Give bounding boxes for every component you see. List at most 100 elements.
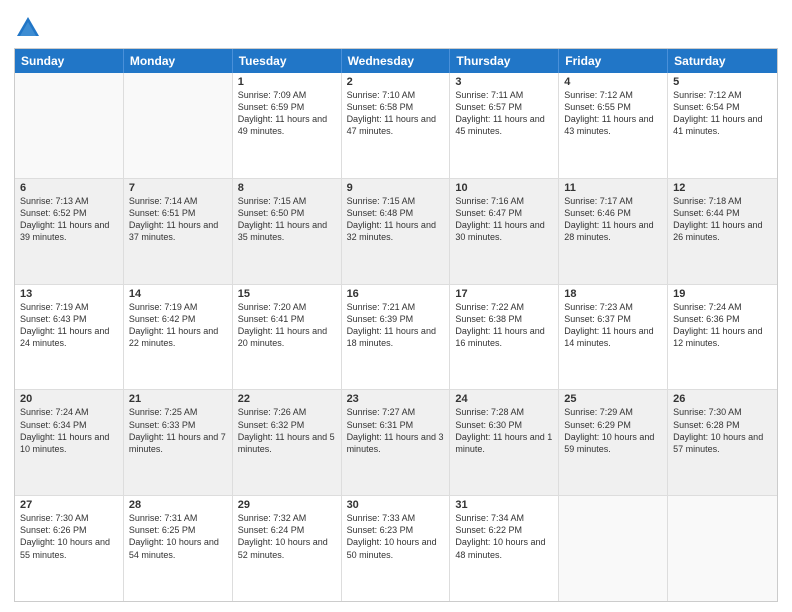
- calendar-cell: [124, 73, 233, 178]
- cell-info: Sunrise: 7:15 AM Sunset: 6:48 PM Dayligh…: [347, 195, 445, 244]
- day-number: 15: [238, 288, 336, 300]
- day-number: 1: [238, 76, 336, 88]
- day-number: 26: [673, 393, 772, 405]
- day-number: 8: [238, 182, 336, 194]
- header-day-thursday: Thursday: [450, 49, 559, 73]
- cell-info: Sunrise: 7:26 AM Sunset: 6:32 PM Dayligh…: [238, 406, 336, 455]
- cell-info: Sunrise: 7:28 AM Sunset: 6:30 PM Dayligh…: [455, 406, 553, 455]
- cell-info: Sunrise: 7:12 AM Sunset: 6:54 PM Dayligh…: [673, 89, 772, 138]
- day-number: 19: [673, 288, 772, 300]
- cell-info: Sunrise: 7:25 AM Sunset: 6:33 PM Dayligh…: [129, 406, 227, 455]
- cell-info: Sunrise: 7:22 AM Sunset: 6:38 PM Dayligh…: [455, 301, 553, 350]
- header-day-friday: Friday: [559, 49, 668, 73]
- calendar-cell: 21Sunrise: 7:25 AM Sunset: 6:33 PM Dayli…: [124, 390, 233, 495]
- day-number: 25: [564, 393, 662, 405]
- calendar-cell: 13Sunrise: 7:19 AM Sunset: 6:43 PM Dayli…: [15, 285, 124, 390]
- cell-info: Sunrise: 7:10 AM Sunset: 6:58 PM Dayligh…: [347, 89, 445, 138]
- calendar: SundayMondayTuesdayWednesdayThursdayFrid…: [14, 48, 778, 602]
- cell-info: Sunrise: 7:15 AM Sunset: 6:50 PM Dayligh…: [238, 195, 336, 244]
- day-number: 14: [129, 288, 227, 300]
- calendar-cell: [559, 496, 668, 601]
- day-number: 22: [238, 393, 336, 405]
- day-number: 12: [673, 182, 772, 194]
- cell-info: Sunrise: 7:18 AM Sunset: 6:44 PM Dayligh…: [673, 195, 772, 244]
- day-number: 31: [455, 499, 553, 511]
- calendar-cell: 27Sunrise: 7:30 AM Sunset: 6:26 PM Dayli…: [15, 496, 124, 601]
- calendar-cell: [15, 73, 124, 178]
- day-number: 27: [20, 499, 118, 511]
- cell-info: Sunrise: 7:14 AM Sunset: 6:51 PM Dayligh…: [129, 195, 227, 244]
- cell-info: Sunrise: 7:27 AM Sunset: 6:31 PM Dayligh…: [347, 406, 445, 455]
- calendar-cell: [668, 496, 777, 601]
- calendar-body: 1Sunrise: 7:09 AM Sunset: 6:59 PM Daylig…: [15, 73, 777, 601]
- day-number: 13: [20, 288, 118, 300]
- cell-info: Sunrise: 7:13 AM Sunset: 6:52 PM Dayligh…: [20, 195, 118, 244]
- cell-info: Sunrise: 7:19 AM Sunset: 6:43 PM Dayligh…: [20, 301, 118, 350]
- header-day-tuesday: Tuesday: [233, 49, 342, 73]
- calendar-cell: 8Sunrise: 7:15 AM Sunset: 6:50 PM Daylig…: [233, 179, 342, 284]
- cell-info: Sunrise: 7:34 AM Sunset: 6:22 PM Dayligh…: [455, 512, 553, 561]
- calendar-cell: 6Sunrise: 7:13 AM Sunset: 6:52 PM Daylig…: [15, 179, 124, 284]
- calendar-cell: 11Sunrise: 7:17 AM Sunset: 6:46 PM Dayli…: [559, 179, 668, 284]
- cell-info: Sunrise: 7:17 AM Sunset: 6:46 PM Dayligh…: [564, 195, 662, 244]
- day-number: 3: [455, 76, 553, 88]
- cell-info: Sunrise: 7:19 AM Sunset: 6:42 PM Dayligh…: [129, 301, 227, 350]
- header-day-wednesday: Wednesday: [342, 49, 451, 73]
- page: SundayMondayTuesdayWednesdayThursdayFrid…: [0, 0, 792, 612]
- calendar-cell: 25Sunrise: 7:29 AM Sunset: 6:29 PM Dayli…: [559, 390, 668, 495]
- calendar-row-2: 6Sunrise: 7:13 AM Sunset: 6:52 PM Daylig…: [15, 179, 777, 285]
- calendar-cell: 4Sunrise: 7:12 AM Sunset: 6:55 PM Daylig…: [559, 73, 668, 178]
- day-number: 11: [564, 182, 662, 194]
- cell-info: Sunrise: 7:30 AM Sunset: 6:26 PM Dayligh…: [20, 512, 118, 561]
- cell-info: Sunrise: 7:30 AM Sunset: 6:28 PM Dayligh…: [673, 406, 772, 455]
- cell-info: Sunrise: 7:24 AM Sunset: 6:36 PM Dayligh…: [673, 301, 772, 350]
- calendar-cell: 23Sunrise: 7:27 AM Sunset: 6:31 PM Dayli…: [342, 390, 451, 495]
- calendar-header-row: SundayMondayTuesdayWednesdayThursdayFrid…: [15, 49, 777, 73]
- logo-icon: [14, 14, 42, 42]
- day-number: 2: [347, 76, 445, 88]
- day-number: 18: [564, 288, 662, 300]
- day-number: 23: [347, 393, 445, 405]
- calendar-cell: 30Sunrise: 7:33 AM Sunset: 6:23 PM Dayli…: [342, 496, 451, 601]
- day-number: 5: [673, 76, 772, 88]
- day-number: 16: [347, 288, 445, 300]
- calendar-row-1: 1Sunrise: 7:09 AM Sunset: 6:59 PM Daylig…: [15, 73, 777, 179]
- calendar-cell: 3Sunrise: 7:11 AM Sunset: 6:57 PM Daylig…: [450, 73, 559, 178]
- calendar-cell: 17Sunrise: 7:22 AM Sunset: 6:38 PM Dayli…: [450, 285, 559, 390]
- cell-info: Sunrise: 7:23 AM Sunset: 6:37 PM Dayligh…: [564, 301, 662, 350]
- day-number: 6: [20, 182, 118, 194]
- calendar-cell: 19Sunrise: 7:24 AM Sunset: 6:36 PM Dayli…: [668, 285, 777, 390]
- day-number: 20: [20, 393, 118, 405]
- calendar-cell: 5Sunrise: 7:12 AM Sunset: 6:54 PM Daylig…: [668, 73, 777, 178]
- cell-info: Sunrise: 7:11 AM Sunset: 6:57 PM Dayligh…: [455, 89, 553, 138]
- calendar-cell: 16Sunrise: 7:21 AM Sunset: 6:39 PM Dayli…: [342, 285, 451, 390]
- day-number: 9: [347, 182, 445, 194]
- calendar-row-5: 27Sunrise: 7:30 AM Sunset: 6:26 PM Dayli…: [15, 496, 777, 601]
- cell-info: Sunrise: 7:33 AM Sunset: 6:23 PM Dayligh…: [347, 512, 445, 561]
- day-number: 21: [129, 393, 227, 405]
- cell-info: Sunrise: 7:20 AM Sunset: 6:41 PM Dayligh…: [238, 301, 336, 350]
- logo: [14, 14, 46, 42]
- calendar-cell: 9Sunrise: 7:15 AM Sunset: 6:48 PM Daylig…: [342, 179, 451, 284]
- calendar-cell: 1Sunrise: 7:09 AM Sunset: 6:59 PM Daylig…: [233, 73, 342, 178]
- header-day-saturday: Saturday: [668, 49, 777, 73]
- cell-info: Sunrise: 7:21 AM Sunset: 6:39 PM Dayligh…: [347, 301, 445, 350]
- cell-info: Sunrise: 7:29 AM Sunset: 6:29 PM Dayligh…: [564, 406, 662, 455]
- calendar-cell: 22Sunrise: 7:26 AM Sunset: 6:32 PM Dayli…: [233, 390, 342, 495]
- calendar-cell: 7Sunrise: 7:14 AM Sunset: 6:51 PM Daylig…: [124, 179, 233, 284]
- cell-info: Sunrise: 7:09 AM Sunset: 6:59 PM Dayligh…: [238, 89, 336, 138]
- calendar-cell: 31Sunrise: 7:34 AM Sunset: 6:22 PM Dayli…: [450, 496, 559, 601]
- calendar-cell: 12Sunrise: 7:18 AM Sunset: 6:44 PM Dayli…: [668, 179, 777, 284]
- calendar-row-3: 13Sunrise: 7:19 AM Sunset: 6:43 PM Dayli…: [15, 285, 777, 391]
- day-number: 4: [564, 76, 662, 88]
- header-day-sunday: Sunday: [15, 49, 124, 73]
- calendar-cell: 26Sunrise: 7:30 AM Sunset: 6:28 PM Dayli…: [668, 390, 777, 495]
- cell-info: Sunrise: 7:24 AM Sunset: 6:34 PM Dayligh…: [20, 406, 118, 455]
- cell-info: Sunrise: 7:32 AM Sunset: 6:24 PM Dayligh…: [238, 512, 336, 561]
- header: [14, 10, 778, 42]
- day-number: 30: [347, 499, 445, 511]
- calendar-cell: 24Sunrise: 7:28 AM Sunset: 6:30 PM Dayli…: [450, 390, 559, 495]
- calendar-cell: 29Sunrise: 7:32 AM Sunset: 6:24 PM Dayli…: [233, 496, 342, 601]
- calendar-cell: 15Sunrise: 7:20 AM Sunset: 6:41 PM Dayli…: [233, 285, 342, 390]
- cell-info: Sunrise: 7:16 AM Sunset: 6:47 PM Dayligh…: [455, 195, 553, 244]
